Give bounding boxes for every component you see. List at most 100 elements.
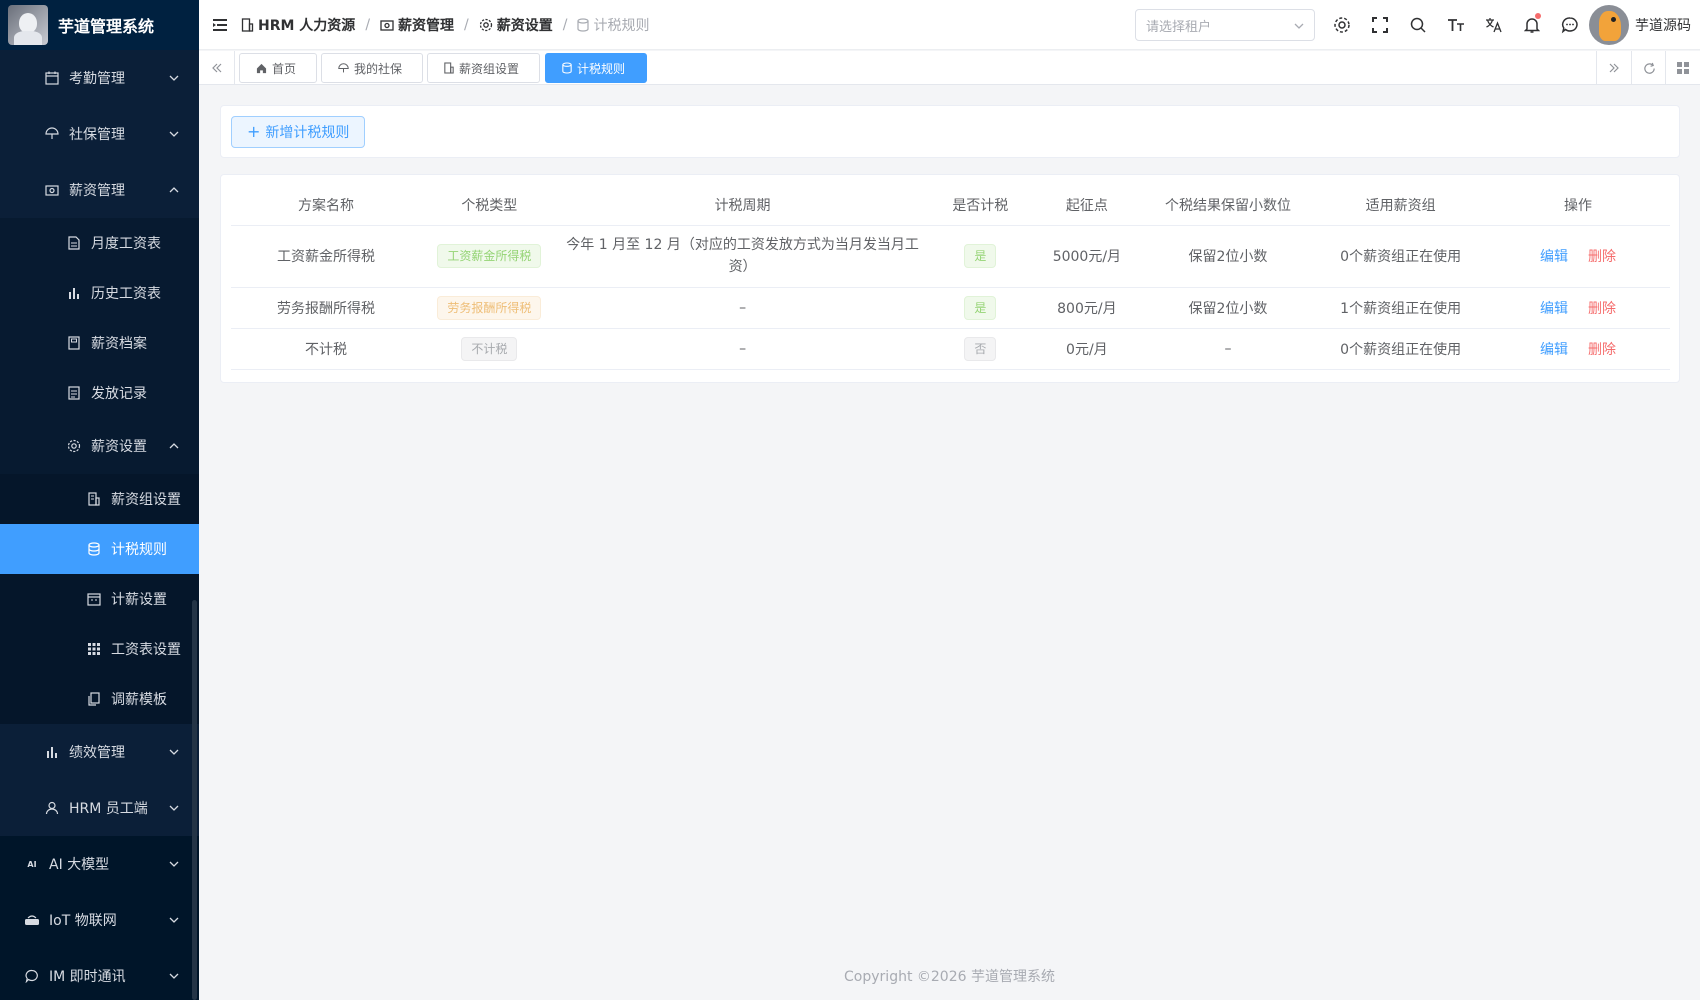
sidebar-item-pay-calc-settings[interactable]: 计薪设置 [0, 574, 199, 624]
logo-image [8, 5, 48, 45]
actions-cell: 编辑 删除 [1485, 225, 1670, 288]
sidebar-item-ai[interactable]: AI AI 大模型 [0, 836, 199, 892]
sidebar-item-history-payroll[interactable]: 历史工资表 [0, 268, 199, 318]
tax-type-tag: 工资薪金所得税 [437, 244, 542, 268]
sidebar-item-salary-group[interactable]: 薪资组设置 [0, 474, 199, 524]
breadcrumb-item-hrm[interactable]: HRM 人力资源 [241, 15, 355, 35]
refresh-icon[interactable] [1631, 51, 1666, 85]
delete-link[interactable]: 删除 [1588, 249, 1616, 265]
sidebar-item-iot[interactable]: IoT 物联网 [0, 892, 199, 948]
sidebar-item-label: 社保管理 [69, 127, 125, 143]
table-card: 方案名称 个税类型 计税周期 是否计税 起征点 个税结果保留小数位 适用薪资组 … [220, 174, 1680, 383]
taxable-cell: 否 [927, 328, 1034, 370]
home-icon [256, 63, 267, 74]
user-name: 芋道源码 [1635, 18, 1691, 34]
notification-bell-icon[interactable] [1513, 0, 1551, 50]
sidebar-item-attendance[interactable]: 考勤管理 [0, 50, 199, 106]
tenant-select[interactable]: 请选择租户 [1135, 9, 1315, 41]
sidebar-item-label: 历史工资表 [91, 286, 161, 302]
sidebar-item-salary-adjust-template[interactable]: 调薪模板 [0, 674, 199, 724]
tax-type-tag: 劳务报酬所得税 [437, 295, 542, 320]
sidebar: 芋道管理系统 考勤管理 社保管理 薪资管理 月度工资表 历史工资表 薪资档案 发… [0, 0, 199, 1000]
tab-label: 我的社保 [354, 61, 403, 76]
breadcrumb-item-salary[interactable]: 薪资管理 [380, 15, 454, 35]
sidebar-item-salary-settings[interactable]: 薪资设置 [0, 418, 199, 474]
taxable-tag: 是 [964, 295, 997, 320]
sidebar-item-label: 薪资设置 [91, 439, 147, 455]
user-menu[interactable]: 芋道源码 [1589, 5, 1691, 45]
edit-link[interactable]: 编辑 [1540, 249, 1568, 265]
menu-toggle-icon[interactable] [199, 18, 241, 32]
database-icon [86, 541, 102, 557]
sidebar-item-salary-archive[interactable]: 薪资档案 [0, 318, 199, 368]
decimals-cell: 保留2位小数 [1140, 287, 1316, 329]
message-icon[interactable] [1551, 0, 1589, 50]
column-header: 个税类型 [421, 185, 558, 226]
tab-home[interactable]: 首页 [239, 53, 317, 83]
font-size-icon[interactable] [1437, 0, 1475, 50]
tab-my-social-security[interactable]: 我的社保 [321, 53, 423, 83]
salary-groups-cell: 0个薪资组正在使用 [1315, 225, 1486, 288]
chevron-up-icon [169, 187, 179, 193]
tab-label: 首页 [272, 61, 297, 76]
calendar-icon [86, 591, 102, 607]
translate-icon[interactable] [1475, 0, 1513, 50]
delete-link[interactable]: 删除 [1588, 342, 1616, 358]
sidebar-item-label: 月度工资表 [91, 236, 161, 252]
toolbar-card: + 新增计税规则 [220, 105, 1680, 158]
tabs-scroll-right-icon[interactable] [1596, 51, 1631, 85]
delete-link[interactable]: 删除 [1588, 301, 1616, 317]
tabs-menu-grid-icon[interactable] [1665, 51, 1700, 85]
salary-groups-cell: 1个薪资组正在使用 [1315, 287, 1486, 329]
edit-link[interactable]: 编辑 [1540, 301, 1568, 317]
sidebar-item-tax-rules[interactable]: 计税规则 [0, 524, 199, 574]
scheme-name-cell: 工资薪金所得税 [231, 225, 422, 288]
add-button-label: 新增计税规则 [265, 125, 350, 141]
sidebar-item-im[interactable]: IM 即时通讯 [0, 948, 199, 1000]
tax-type-cell: 工资薪金所得税 [421, 225, 558, 288]
tax-rules-table: 方案名称 个税类型 计税周期 是否计税 起征点 个税结果保留小数位 适用薪资组 … [231, 185, 1670, 370]
breadcrumb-label: HRM 人力资源 [258, 17, 356, 34]
umbrella-icon [44, 126, 60, 142]
add-tax-rule-button[interactable]: + 新增计税规则 [231, 116, 366, 148]
sidebar-item-label: 计薪设置 [111, 592, 167, 608]
decimals-cell: – [1140, 328, 1316, 370]
breadcrumb-separator: / [562, 16, 568, 33]
footer-copyright: Copyright ©2026 芋道管理系统 [844, 969, 1055, 985]
sidebar-item-label: AI 大模型 [49, 857, 110, 873]
tab-salary-group[interactable]: 薪资组设置 [427, 53, 540, 83]
copy-icon [86, 691, 102, 707]
sidebar-item-monthly-payroll[interactable]: 月度工资表 [0, 218, 199, 268]
breadcrumb-label: 计税规则 [593, 17, 650, 34]
tab-label: 计税规则 [577, 61, 626, 76]
sidebar-item-label: IoT 物联网 [49, 913, 117, 929]
avatar [1589, 5, 1629, 45]
umbrella-icon [338, 62, 349, 74]
bar-chart-icon [44, 744, 60, 760]
sidebar-item-performance[interactable]: 绩效管理 [0, 724, 199, 780]
threshold-cell: 800元/月 [1033, 287, 1141, 329]
column-header: 方案名称 [231, 185, 422, 226]
record-icon [66, 385, 82, 401]
money-icon [44, 182, 60, 198]
sidebar-item-hrm-employee[interactable]: HRM 员工端 [0, 780, 199, 836]
sidebar-item-payroll-table-settings[interactable]: 工资表设置 [0, 624, 199, 674]
sidebar-item-salary[interactable]: 薪资管理 [0, 162, 199, 218]
money-icon [380, 18, 394, 32]
tab-tax-rules[interactable]: 计税规则 [545, 53, 647, 83]
edit-link[interactable]: 编辑 [1540, 342, 1568, 358]
breadcrumb-item-salary-settings[interactable]: 薪资设置 [479, 15, 553, 35]
sidebar-item-social-security[interactable]: 社保管理 [0, 106, 199, 162]
search-icon[interactable] [1399, 0, 1437, 50]
salary-groups-cell: 0个薪资组正在使用 [1315, 328, 1486, 370]
sidebar-item-payment-record[interactable]: 发放记录 [0, 368, 199, 418]
logo-bar[interactable]: 芋道管理系统 [0, 0, 199, 50]
settings-gear-icon[interactable] [1323, 0, 1361, 50]
sidebar-item-label: 工资表设置 [111, 642, 181, 658]
tabs-scroll-left-icon[interactable] [199, 51, 235, 85]
table-row: 工资薪金所得税 工资薪金所得税 今年 1 月至 12 月（对应的工资发放方式为当… [231, 225, 1670, 288]
fullscreen-icon[interactable] [1361, 0, 1399, 50]
sidebar-item-label: 发放记录 [91, 386, 147, 402]
sidebar-scrollbar[interactable] [192, 600, 197, 1000]
table-header-row: 方案名称 个税类型 计税周期 是否计税 起征点 个税结果保留小数位 适用薪资组 … [231, 185, 1670, 226]
